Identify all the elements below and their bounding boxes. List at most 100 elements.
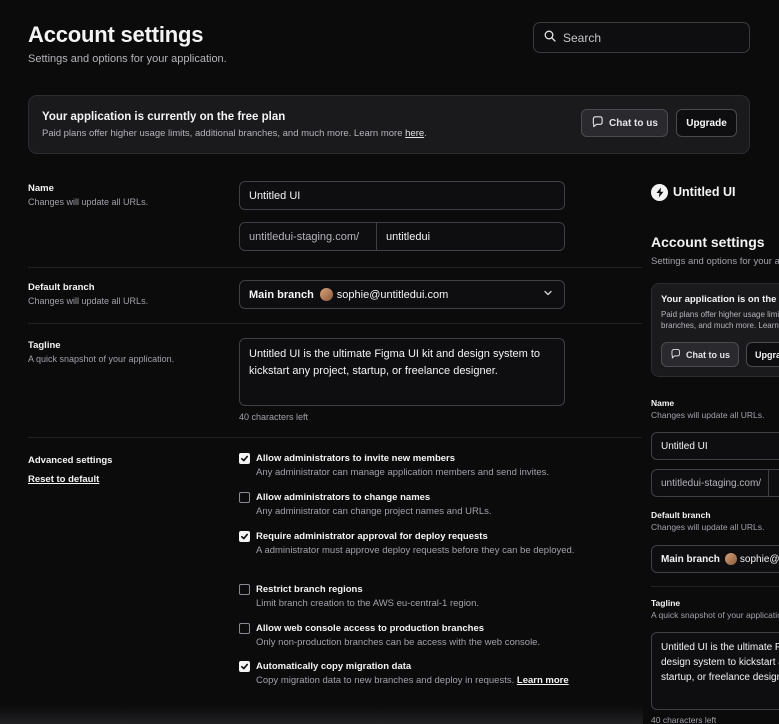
advanced-settings-label: Advanced settings (28, 455, 113, 466)
preview-tagline-line: startup, or freelance designer. (661, 672, 779, 683)
reset-to-default-link[interactable]: Reset to default (28, 474, 99, 485)
default-branch-select[interactable]: Main branch sophie@untitledui.com (239, 280, 565, 309)
tagline-textarea[interactable]: Untitled UI is the ultimate Figma UI kit… (239, 338, 565, 406)
default-branch-hint: Changes will update all URLs. (28, 296, 149, 306)
preview-subtitle: Settings and options for your applicatio… (651, 256, 779, 267)
banner-title: Your application is currently on the fre… (42, 111, 286, 123)
checkmark-icon (240, 663, 249, 670)
preview-name-label: Name (651, 398, 675, 408)
option-description: Any administrator can change project nam… (256, 505, 576, 518)
chat-to-us-label: Chat to us (609, 117, 658, 129)
upgrade-button[interactable]: Upgrade (676, 109, 737, 137)
preview-title: Account settings (651, 234, 765, 250)
url-slug-value: untitledui (386, 230, 431, 243)
preview-name-hint: Changes will update all URLs. (651, 410, 765, 420)
search-box[interactable] (533, 22, 750, 53)
preview-tagline-textarea[interactable]: Untitled UI is the ultimate Figma UI kit… (651, 632, 779, 710)
option-description: Limit branch creation to the AWS eu-cent… (256, 597, 576, 610)
name-label: Name (28, 183, 54, 194)
preview-url-input[interactable]: untitledui-staging.com/ (651, 469, 779, 497)
search-input[interactable] (563, 30, 723, 45)
preview-url-prefix: untitledui-staging.com/ (661, 477, 762, 489)
branch-email: sophie@untitledui.com (336, 288, 449, 301)
option-description: A administrator must approve deploy requ… (256, 544, 576, 557)
checkbox-checked[interactable] (239, 453, 250, 464)
page-title: Account settings (28, 22, 204, 47)
banner-text: Paid plans offer higher usage limits, ad… (42, 128, 427, 139)
preview-banner-title: Your application is on the free plan (661, 294, 779, 305)
option-title: Restrict branch regions (256, 584, 363, 595)
bolt-icon (651, 184, 668, 201)
preview-chat-button[interactable]: Chat to us (661, 342, 739, 367)
name-input[interactable]: Untitled UI (239, 181, 565, 210)
banner-learn-more-link[interactable]: here (405, 128, 424, 139)
name-hint: Changes will update all URLs. (28, 197, 149, 207)
url-input[interactable]: untitledui-staging.com/ untitledui (239, 222, 565, 251)
page-subtitle: Settings and options for your applicatio… (28, 53, 227, 65)
name-value: Untitled UI (249, 189, 301, 202)
chevron-down-icon (543, 288, 553, 301)
preview-panel: Untitled UI Account settings Settings an… (643, 170, 779, 724)
option-title: Automatically copy migration data (256, 661, 412, 672)
preview-banner-text: Paid plans offer higher usage limits, ad… (661, 310, 779, 319)
preview-tagline-hint: A quick snapshot of your application. (651, 610, 779, 620)
option-description-text: Limit branch creation to the AWS eu-cent… (256, 598, 480, 609)
learn-more-link[interactable]: Learn more (517, 675, 569, 686)
option-title: Allow administrators to invite new membe… (256, 453, 456, 464)
checkmark-icon (240, 455, 249, 462)
divider (651, 586, 779, 587)
tagline-label: Tagline (28, 340, 61, 351)
option-description-text: Copy migration data to new branches and … (256, 675, 517, 686)
url-prefix: untitledui-staging.com/ (240, 223, 377, 250)
preview-branch-value: Main branch (661, 553, 720, 565)
option-description-text: A administrator must approve deploy requ… (256, 545, 575, 556)
option-title: Allow administrators to change names (256, 492, 431, 503)
checkbox-unchecked[interactable] (239, 584, 250, 595)
option-title: Allow web console access to production b… (256, 623, 485, 634)
option-description-text: Any administrator can manage application… (256, 467, 550, 478)
preview-character-counter: 40 characters left (651, 715, 717, 724)
avatar (319, 288, 333, 301)
option-description-text: Only non-production branches can be acce… (256, 637, 541, 648)
checkbox-checked[interactable] (239, 531, 250, 542)
checkbox-checked[interactable] (239, 661, 250, 672)
preview-chat-label: Chat to us (686, 349, 730, 360)
tagline-character-counter: 40 characters left (239, 412, 309, 422)
option-description: Any administrator can manage application… (256, 466, 576, 479)
preview-upgrade-button[interactable]: Upgrade (746, 342, 779, 367)
preview-tagline-label: Tagline (651, 598, 681, 608)
search-icon (544, 30, 556, 45)
option-description-text: Any administrator can change project nam… (256, 506, 492, 517)
preview-banner-text: branches, and much more. Learn more here… (661, 321, 779, 330)
preview-brand: Untitled UI (673, 185, 736, 199)
tagline-hint: A quick snapshot of your application. (28, 354, 175, 364)
divider (768, 470, 770, 496)
option-description: Copy migration data to new branches and … (256, 674, 576, 687)
chat-to-us-button[interactable]: Chat to us (581, 109, 668, 137)
free-plan-banner: Your application is currently on the fre… (28, 95, 750, 154)
divider (28, 437, 642, 438)
avatar (724, 553, 737, 565)
preview-tagline-line: Untitled UI is the ultimate Figma UI kit… (661, 642, 779, 653)
preview-branch-label: Default branch (651, 510, 711, 520)
preview-branch-select[interactable]: Main branch sophie@untitledui.com (651, 545, 779, 573)
preview-name-input[interactable]: Untitled UI (651, 432, 779, 460)
banner-text-suffix: . (424, 128, 427, 139)
option-title: Require administrator approval for deplo… (256, 531, 488, 542)
bottom-glow (0, 706, 643, 724)
preview-branch-email: sophie@untitledui.com (739, 553, 779, 565)
divider (28, 323, 642, 324)
checkbox-unchecked[interactable] (239, 623, 250, 634)
branch-value: Main branch (249, 288, 314, 301)
checkmark-icon (240, 533, 249, 540)
checkbox-unchecked[interactable] (239, 492, 250, 503)
option-description: Only non-production branches can be acce… (256, 636, 576, 649)
preview-branch-hint: Changes will update all URLs. (651, 522, 765, 532)
banner-text-body: Paid plans offer higher usage limits, ad… (42, 128, 406, 139)
default-branch-label: Default branch (28, 282, 95, 293)
chat-bubble-icon (670, 348, 681, 361)
preview-tagline-line: design system to kickstart any project, (661, 657, 779, 668)
divider (28, 267, 642, 268)
chat-bubble-icon (591, 115, 604, 131)
tagline-value: Untitled UI is the ultimate Figma UI kit… (249, 348, 541, 377)
